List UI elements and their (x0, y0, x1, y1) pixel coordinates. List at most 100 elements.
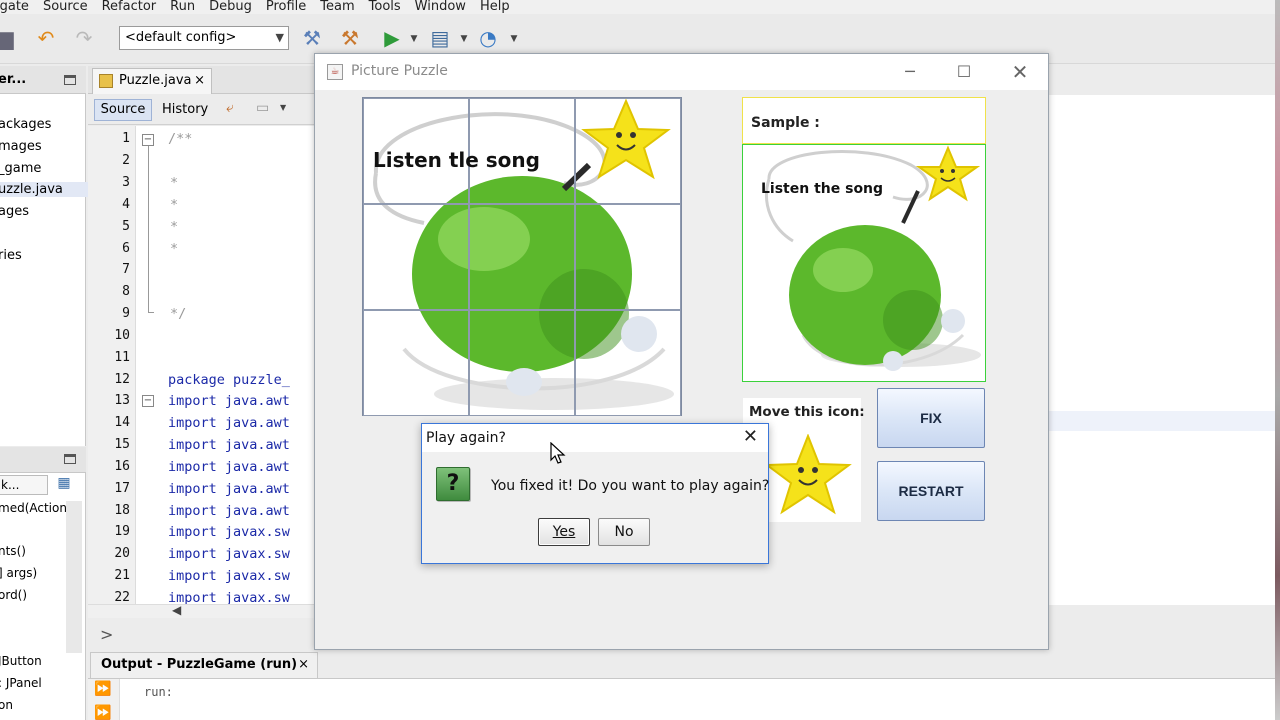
star-icon[interactable] (763, 434, 853, 516)
projects-tab[interactable]: er... (0, 66, 86, 94)
clean-build-icon[interactable]: ⚒ (338, 26, 362, 50)
menu-help[interactable]: Help (480, 0, 510, 14)
navigator-item[interactable]: : JPanel (0, 676, 42, 690)
maximize-icon[interactable]: ☐ (941, 58, 987, 86)
yes-button[interactable]: Yes (538, 518, 590, 546)
editor-tab-puzzle-java[interactable]: Puzzle.java × (92, 68, 212, 94)
no-button[interactable]: No (598, 518, 650, 546)
filter-icon[interactable]: ▦ (54, 475, 74, 495)
code-line: import java.awt (168, 393, 290, 409)
menu-debug[interactable]: Debug (209, 0, 252, 14)
build-hammer-icon[interactable]: ⚒ (300, 26, 324, 50)
dialog-titlebar[interactable]: Play again? ✕ (422, 424, 768, 452)
line-number: 18 (114, 503, 130, 518)
java-file-icon (99, 74, 113, 88)
puzzle-tile[interactable] (469, 310, 575, 416)
navigator-item[interactable]: JButton (0, 654, 42, 668)
code-line: * (170, 175, 179, 191)
close-icon[interactable]: ✕ (743, 426, 758, 448)
puzzle-tile[interactable] (575, 204, 681, 310)
dialog-message: You fixed it! Do you want to play again? (491, 478, 770, 494)
close-icon[interactable]: × (298, 653, 309, 677)
project-item[interactable]: mages (0, 139, 42, 154)
tile-image (469, 204, 575, 310)
run-icon[interactable]: ▶ (380, 26, 404, 50)
puzzle-image-caption: Listen tle song (373, 148, 540, 172)
close-icon[interactable]: × (194, 69, 205, 93)
ide-menubar: igate Source Refactor Run Debug Profile … (0, 0, 1275, 14)
fix-button[interactable]: FIX (877, 388, 985, 448)
config-select[interactable]: <default config> ▼ (119, 26, 289, 50)
project-item[interactable]: ages (0, 204, 29, 219)
history-tab[interactable]: History (158, 99, 212, 121)
minimize-icon[interactable]: ─ (887, 58, 933, 86)
minimize-panel-icon[interactable] (64, 454, 76, 464)
output-text: run: (144, 685, 173, 699)
current-line-highlight (1048, 411, 1275, 431)
navigator-filter[interactable]: k... (0, 475, 48, 495)
menu-run[interactable]: Run (170, 0, 195, 14)
rerun-icon[interactable]: ⏩ (94, 681, 111, 697)
dialog-title: Play again? (426, 430, 506, 446)
code-line: import java.awt (168, 415, 290, 431)
navigator-item[interactable]: nts() (0, 544, 26, 558)
project-item[interactable]: ackages (0, 117, 51, 132)
chevron-down-icon[interactable]: ▼ (502, 27, 526, 51)
save-icon[interactable]: ▆ (0, 26, 18, 50)
chevron-left-icon[interactable]: ◀ (172, 603, 181, 617)
navigator-item[interactable]: med(Action (0, 501, 67, 515)
line-number: 11 (114, 350, 130, 365)
minimize-panel-icon[interactable] (64, 75, 76, 85)
chevron-right-icon[interactable]: > (100, 625, 113, 644)
back-icon[interactable]: ▭ (256, 100, 276, 120)
chevron-down-icon[interactable]: ▼ (402, 27, 426, 51)
menu-team[interactable]: Team (320, 0, 354, 14)
menu-refactor[interactable]: Refactor (102, 0, 157, 14)
navigator-item[interactable]: ] args) (0, 566, 37, 580)
code-line: */ (170, 306, 187, 322)
window-titlebar[interactable]: ☕ Picture Puzzle ─ ☐ ✕ (315, 54, 1048, 90)
line-number: 10 (114, 328, 130, 343)
line-number: 20 (114, 546, 130, 561)
puzzle-tile[interactable] (469, 204, 575, 310)
mouse-cursor-icon (550, 442, 566, 464)
puzzle-tile[interactable] (575, 98, 681, 204)
code-line: * (170, 219, 179, 235)
menu-profile[interactable]: Profile (266, 0, 306, 14)
output-tab[interactable]: Output - PuzzleGame (run) × (90, 652, 318, 678)
yes-button-label: Yes (552, 524, 576, 540)
last-edit-icon[interactable]: ⤶ (226, 100, 246, 120)
redo-icon[interactable]: ↷ (72, 26, 96, 50)
menu-tools[interactable]: Tools (369, 0, 401, 14)
code-editor[interactable]: 1 2 3 4 5 6 7 8 9 10 11 12 13 14 15 16 1… (88, 126, 316, 606)
editor-horizontal-scrollbar[interactable]: ◀ (88, 603, 316, 618)
line-number: 3 (122, 175, 130, 190)
profile-icon[interactable]: ◔ (476, 26, 500, 50)
debug-icon[interactable]: ▤ (428, 26, 452, 50)
menu-navigate[interactable]: igate (0, 0, 29, 14)
restart-button[interactable]: RESTART (877, 461, 985, 521)
fold-toggle-icon[interactable]: − (142, 134, 154, 146)
menu-source[interactable]: Source (43, 0, 88, 14)
chevron-down-icon[interactable]: ▼ (452, 27, 476, 51)
sample-label: Sample : (751, 115, 820, 131)
project-item-selected[interactable]: uzzle.java (0, 182, 89, 197)
source-tab[interactable]: Source (94, 99, 152, 121)
rerun-icon[interactable]: ⏩ (94, 705, 111, 720)
chevron-down-icon[interactable]: ▼ (280, 103, 286, 112)
navigator-item[interactable]: ord() (0, 588, 27, 602)
tile-image (575, 310, 681, 416)
code-line: import javax.sw (168, 568, 290, 584)
output-console[interactable]: ⏩ ⏩ run: (88, 678, 1275, 720)
puzzle-tile[interactable] (363, 204, 469, 310)
navigator-scrollbar[interactable] (66, 501, 82, 653)
fold-toggle-icon[interactable]: − (142, 395, 154, 407)
puzzle-tile[interactable] (363, 310, 469, 416)
undo-icon[interactable]: ↶ (34, 26, 58, 50)
navigator-item[interactable]: on (0, 698, 13, 712)
close-icon[interactable]: ✕ (997, 58, 1043, 86)
project-item[interactable]: _game (0, 161, 41, 176)
puzzle-tile[interactable] (575, 310, 681, 416)
project-item[interactable]: ries (0, 248, 22, 263)
menu-window[interactable]: Window (415, 0, 466, 14)
